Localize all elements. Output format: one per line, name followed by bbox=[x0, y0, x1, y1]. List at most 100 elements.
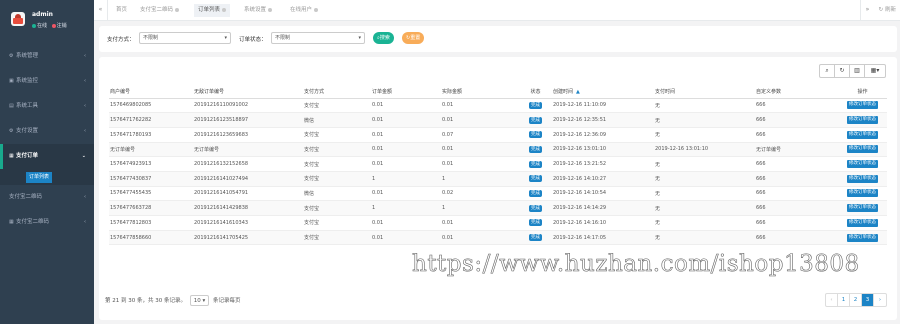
refresh-table-button[interactable]: ↻ bbox=[835, 65, 850, 77]
toggle-view-button[interactable]: ▥ bbox=[850, 65, 865, 77]
column-header[interactable]: 自定义参数 bbox=[755, 86, 837, 99]
modify-status-button[interactable]: 修改订单状态 bbox=[847, 204, 878, 213]
modify-status-button[interactable]: 修改订单状态 bbox=[847, 174, 878, 183]
modify-status-button[interactable]: 修改订单状态 bbox=[847, 101, 878, 110]
avatar[interactable] bbox=[11, 12, 25, 26]
column-header[interactable]: 订单金额 bbox=[371, 86, 441, 99]
cell-method: 支付宝 bbox=[303, 171, 371, 187]
modify-status-button[interactable]: 修改订单状态 bbox=[847, 116, 878, 125]
refresh-button[interactable]: ↻ 刷新 bbox=[879, 0, 896, 20]
page-size-value: 10 bbox=[193, 298, 201, 304]
pay-method-select[interactable]: 不限制 ▾ bbox=[139, 32, 231, 44]
cell-order_no: 20191216123659683 bbox=[193, 127, 303, 143]
columns-icon: ▦▾ bbox=[870, 67, 880, 74]
close-icon[interactable] bbox=[314, 7, 319, 12]
table-row[interactable]: 1576474923913 20191216132152658 支付宝 0.01 0.0… bbox=[109, 156, 887, 172]
close-icon[interactable] bbox=[268, 7, 273, 12]
table-row[interactable]: 1576477663728 20191216141429838 支付宝 1 1 完成 201… bbox=[109, 200, 887, 216]
tab-online-users[interactable]: 在线用户 bbox=[286, 4, 322, 17]
cell-param: 666 bbox=[755, 98, 837, 114]
tabs-scroll-right-button[interactable]: » bbox=[860, 0, 874, 20]
logout-link[interactable]: 注销 bbox=[57, 23, 67, 29]
column-header[interactable]: 状态 bbox=[518, 86, 552, 99]
pagination: ‹ 1 2 3 › bbox=[825, 293, 887, 307]
modify-status-button[interactable]: 修改订单状态 bbox=[847, 145, 878, 154]
qrcode-icon: ▦ bbox=[9, 219, 14, 225]
cell-actual: 0.01 bbox=[441, 112, 518, 128]
sidebar-subitem-order-list[interactable]: 订单列表 bbox=[0, 169, 94, 185]
cell-merchant: 1576477663728 bbox=[109, 200, 193, 216]
column-header-created[interactable]: 创建时间 ▲ bbox=[552, 86, 654, 99]
online-dot-icon bbox=[32, 23, 36, 28]
cell-actual: 0.01 bbox=[441, 142, 518, 158]
table-row[interactable]: 1576477455435 20191216141054791 微信 0.01 0.02… bbox=[109, 186, 887, 202]
cell-merchant: 1576471780193 bbox=[109, 127, 193, 143]
tabs-scroll-left-button[interactable]: « bbox=[94, 0, 108, 20]
cell-merchant: 1576477812803 bbox=[109, 215, 193, 231]
modify-status-button[interactable]: 修改订单状态 bbox=[847, 218, 878, 227]
table-row[interactable]: 1576477430837 20191216141027494 支付宝 1 1 完成 201… bbox=[109, 171, 887, 187]
close-icon[interactable] bbox=[175, 7, 180, 12]
chevron-right-icon: ‹ bbox=[84, 194, 86, 200]
sidebar-item-tools[interactable]: ▤ 系统工具 ‹ bbox=[0, 94, 94, 119]
cell-created: 2019-12-16 12:36:09 bbox=[552, 127, 654, 143]
sidebar-item-pay-orders[interactable]: ▦ 支付订单 ⌄ bbox=[0, 144, 94, 169]
next-page-button[interactable]: › bbox=[874, 294, 886, 306]
modify-status-button[interactable]: 修改订单状态 bbox=[847, 189, 878, 198]
columns-button[interactable]: ▦▾ bbox=[865, 65, 885, 77]
page-button-1[interactable]: 1 bbox=[838, 294, 850, 306]
sidebar-item-system[interactable]: ⚙ 系统管理 ‹ bbox=[0, 44, 94, 69]
caret-down-icon: ▾ bbox=[224, 35, 227, 41]
table-row[interactable]: 无订单编号 无订单编号 支付宝 0.01 0.01 完成 2019-12-16 13:01:… bbox=[109, 142, 887, 158]
tab-alipay-qr[interactable]: 支付宝二维码 bbox=[136, 4, 183, 17]
sidebar-item-pay-settings[interactable]: ⚙ 支付设置 ‹ bbox=[0, 119, 94, 144]
cell-operation: 修改订单状态 bbox=[837, 142, 887, 158]
reset-button[interactable]: ↻重置 bbox=[402, 32, 425, 44]
search-toggle-button[interactable]: ⌕ bbox=[820, 65, 835, 77]
column-header[interactable]: 支付方式 bbox=[303, 86, 371, 99]
cell-operation: 修改订单状态 bbox=[837, 230, 887, 246]
sidebar-item-alipay-qr-2[interactable]: ▦ 支付宝二维码 ‹ bbox=[0, 210, 94, 235]
prev-page-button[interactable]: ‹ bbox=[826, 294, 838, 306]
tab-system-settings[interactable]: 系统设置 bbox=[240, 4, 276, 17]
page-button-2[interactable]: 2 bbox=[850, 294, 862, 306]
user-name[interactable]: admin bbox=[32, 11, 53, 18]
column-header[interactable]: 支付时间 bbox=[654, 86, 755, 99]
tool-icon: ▤ bbox=[9, 103, 14, 109]
cell-operation: 修改订单状态 bbox=[837, 98, 887, 114]
page-size-select[interactable]: 10 ▾ bbox=[189, 295, 210, 306]
table-row[interactable]: 1576471780193 20191216123659683 支付宝 0.01 0.0… bbox=[109, 127, 887, 143]
status-badge: 完成 bbox=[529, 204, 542, 212]
status-badge: 完成 bbox=[529, 234, 542, 242]
modify-status-button[interactable]: 修改订单状态 bbox=[847, 160, 878, 169]
cell-created: 2019-12-16 14:10:54 bbox=[552, 186, 654, 202]
column-header[interactable]: 实际金额 bbox=[441, 86, 518, 99]
status-badge: 完成 bbox=[529, 219, 542, 227]
table-row[interactable]: 1576469802085 20191216110091002 支付宝 0.01 0.0… bbox=[109, 98, 887, 114]
page-button-3[interactable]: 3 bbox=[862, 294, 874, 306]
pay-method-value: 不限制 bbox=[143, 35, 159, 41]
close-icon[interactable] bbox=[222, 7, 227, 12]
cell-actual: 1 bbox=[441, 171, 518, 187]
modify-status-button[interactable]: 修改订单状态 bbox=[847, 130, 878, 139]
cell-order_no: 20191216141429838 bbox=[193, 200, 303, 216]
cell-method: 支付宝 bbox=[303, 127, 371, 143]
sidebar-item-monitor[interactable]: ▣ 系统监控 ‹ bbox=[0, 69, 94, 94]
search-button-label: 搜索 bbox=[379, 35, 390, 41]
sidebar-item-label: 系统管理 bbox=[16, 53, 39, 59]
table-row[interactable]: 1576477812803 20191216141610343 支付宝 0.01 0.0… bbox=[109, 215, 887, 231]
table-row[interactable]: 1576471762282 20191216123518897 微信 0.01 0.01… bbox=[109, 112, 887, 128]
column-header[interactable]: 商户编号 bbox=[109, 86, 193, 99]
tab-order-list[interactable]: 订单列表 bbox=[194, 4, 231, 17]
search-button[interactable]: ⌕搜索 bbox=[373, 32, 394, 44]
cell-created: 2019-12-16 14:14:29 bbox=[552, 200, 654, 216]
tab-home[interactable]: 首页 bbox=[112, 4, 131, 17]
sidebar-item-label: 支付宝二维码 bbox=[9, 194, 43, 200]
logout-dot-icon bbox=[51, 23, 56, 28]
table-row[interactable]: 1576477858660 20191216141705425 支付宝 0.01 0.0… bbox=[109, 230, 887, 246]
column-header[interactable]: 无敌订单编号 bbox=[193, 86, 303, 99]
order-status-select[interactable]: 不限制 ▾ bbox=[271, 32, 365, 44]
modify-status-button[interactable]: 修改订单状态 bbox=[847, 233, 878, 242]
sidebar-item-alipay-qr[interactable]: 支付宝二维码 ‹ bbox=[0, 185, 94, 210]
cell-merchant: 1576471762282 bbox=[109, 112, 193, 128]
